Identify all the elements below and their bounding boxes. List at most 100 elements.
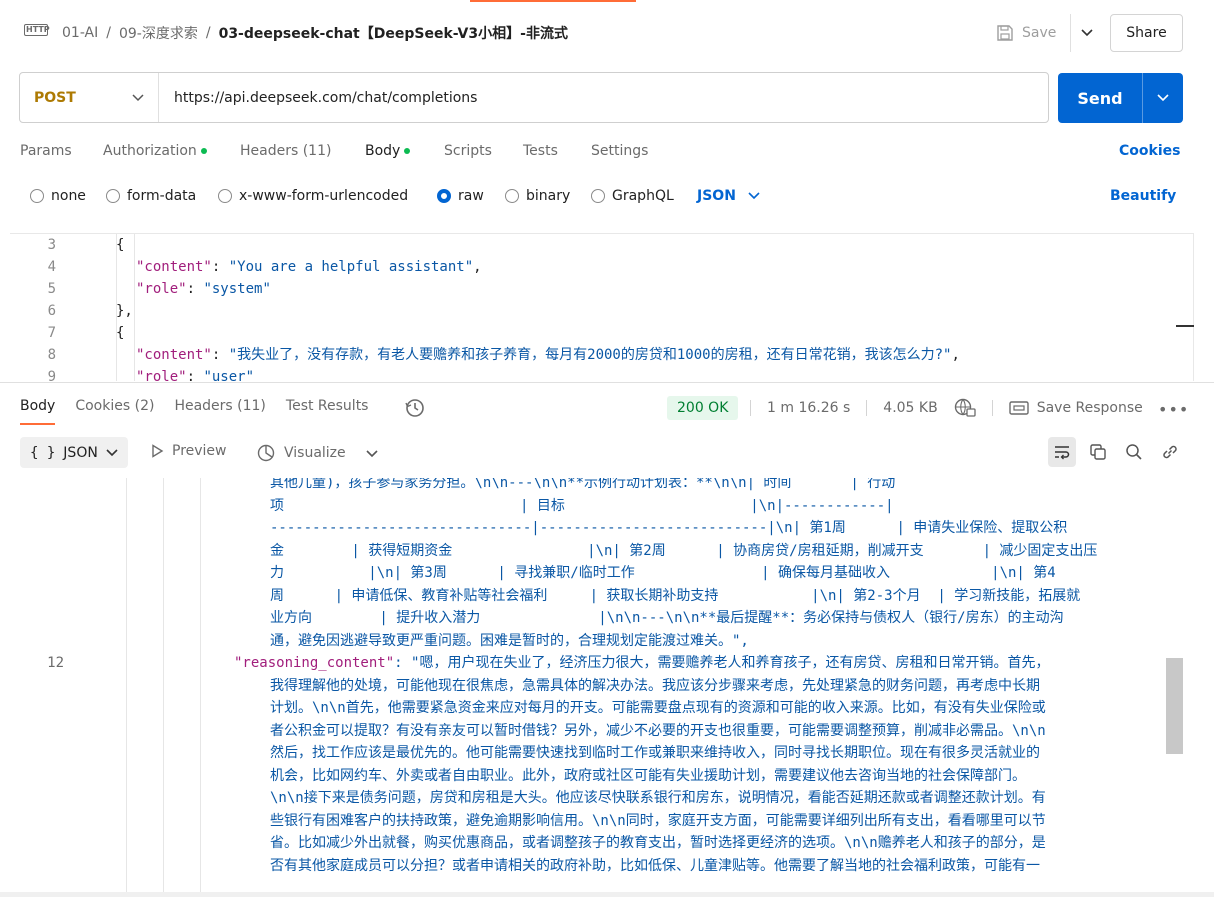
share-button[interactable]: Share: [1110, 14, 1183, 52]
line-number: 8: [47, 347, 56, 363]
response-format-dropdown[interactable]: { } JSON: [20, 437, 128, 468]
tab-scripts[interactable]: Scripts: [444, 143, 523, 159]
chevron-down-icon: [132, 93, 144, 101]
radio-graphql[interactable]: GraphQL: [591, 188, 697, 204]
save-response-button[interactable]: Save Response: [1009, 400, 1143, 416]
line-number: 6: [47, 303, 56, 319]
url-bar: POST: [19, 72, 1049, 123]
pane-divider[interactable]: [0, 382, 1214, 383]
indent-guide: [134, 234, 135, 381]
response-size[interactable]: 4.05 KB: [883, 400, 937, 416]
response-line: 省。比如减少外出就餐，购买优惠商品，或者调整孩子的教育支出，暂时选择更经济的选项…: [270, 835, 1046, 851]
history-icon[interactable]: [404, 397, 426, 419]
response-line: 者公积金可以提取？有没有亲友可以暂时借钱？另外，减少不必要的开支也很重要，可能需…: [270, 722, 1046, 739]
visualize-dropdown[interactable]: [366, 446, 378, 462]
response-line: \n\n接下来是债务问题，房贷和房租是大头。他应该尽快联系银行和房东，说明情况，…: [270, 790, 1046, 806]
http-icon: HTTP: [24, 24, 50, 36]
cookies-link[interactable]: Cookies: [1119, 143, 1180, 159]
response-line: -------------------------------|--------…: [270, 520, 1068, 536]
tab-response-cookies[interactable]: Cookies (2): [75, 398, 154, 414]
json-string: "我失业了，没有存款，有老人要赡养和孩子养育，每月有2000的房贷和1000的房…: [228, 347, 952, 363]
braces-icon: { }: [30, 444, 56, 461]
radio-binary[interactable]: binary: [505, 188, 591, 204]
copy-button[interactable]: [1084, 437, 1112, 467]
request-body-editor[interactable]: 3{ 4 "content": "You are a helpful assist…: [10, 233, 1194, 381]
chevron-down-icon: [748, 192, 760, 200]
breadcrumb-separator: /: [205, 25, 211, 41]
method-select[interactable]: POST: [20, 73, 159, 122]
line-number: 3: [47, 237, 56, 253]
radio-x-www-form-urlencoded[interactable]: x-www-form-urlencoded: [218, 188, 437, 204]
breadcrumb-collection[interactable]: 01-AI: [62, 25, 98, 41]
request-header: HTTP 01-AI / 09-深度求索 / 03-deepseek-chat【…: [0, 0, 1214, 66]
response-line: 机会，比如网约车、外卖或者自由职业。此外，政府或社区可能有失业援助计划，需要建议…: [270, 767, 1026, 784]
send-label: Send: [1077, 88, 1123, 108]
globe-lock-icon[interactable]: [954, 398, 976, 418]
divider: [750, 400, 751, 416]
tab-response-body[interactable]: Body: [20, 398, 56, 425]
preview-button[interactable]: Preview: [150, 443, 227, 459]
search-button[interactable]: [1120, 437, 1148, 467]
save-icon: [997, 25, 1013, 41]
radio-label: raw: [458, 188, 484, 204]
json-string: : "嗯，用户现在失业了，经济压力很大，需要赡养老人和养育孩子，还有房贷、房租和…: [394, 655, 1050, 671]
radio-form-data[interactable]: form-data: [106, 188, 218, 204]
status-badge[interactable]: 200 OK: [667, 396, 739, 420]
status-dot: [404, 148, 411, 154]
response-time[interactable]: 1 m 16.26 s: [767, 400, 850, 416]
link-button[interactable]: [1156, 437, 1184, 467]
radio-label: GraphQL: [612, 188, 674, 204]
radio-circle: [218, 189, 232, 203]
response-line: 通，避免因逃避导致更严重问题。困难是暂时的，合理规划定能渡过难关。",: [270, 632, 749, 649]
more-options-icon[interactable]: •••: [1158, 400, 1189, 419]
response-line: 计划。\n\n首先，他需要紧急资金来应对每月的开支。可能需要盘点现有的资源和可能…: [270, 700, 1046, 716]
scrollbar-thumb[interactable]: [1166, 658, 1183, 754]
send-options-dropdown[interactable]: [1142, 73, 1183, 123]
wrap-lines-button[interactable]: [1048, 437, 1076, 467]
breadcrumb-separator: /: [106, 25, 111, 41]
request-name[interactable]: 03-deepseek-chat【DeepSeek-V3小相】-非流式: [219, 23, 568, 43]
tab-label: Headers (11): [240, 143, 332, 159]
tab-authorization[interactable]: Authorization: [103, 143, 240, 159]
copy-icon: [1090, 444, 1106, 460]
radio-label: binary: [526, 188, 571, 204]
json-key: "content": [136, 347, 212, 363]
save-button[interactable]: Save: [996, 18, 1056, 48]
response-line: 其他儿童)，孩子参与家务分担。\n\n---\n\n**示例行动计划表：**\n…: [270, 478, 896, 491]
chevron-down-icon: [1157, 94, 1169, 102]
tab-label: Body: [365, 143, 401, 159]
tab-label: Params: [20, 143, 72, 159]
response-line: 力 |\n| 第3周 | 寻找兼职/临时工作 | 确保每月基础收入 |\n| 第…: [270, 565, 1056, 581]
tab-body[interactable]: Body: [365, 143, 444, 159]
radio-circle: [30, 189, 44, 203]
tab-response-headers[interactable]: Headers (11): [174, 398, 265, 414]
radio-circle: [591, 189, 605, 203]
tab-params[interactable]: Params: [20, 143, 103, 159]
editor-collapse-handle[interactable]: [1176, 325, 1194, 327]
tab-headers[interactable]: Headers (11): [240, 143, 365, 159]
save-options-dropdown[interactable]: [1070, 14, 1102, 52]
radio-circle: [437, 189, 451, 203]
response-body-viewer[interactable]: 其他儿童)，孩子参与家务分担。\n\n---\n\n**示例行动计划表：**\n…: [0, 478, 1183, 892]
send-button[interactable]: Send: [1058, 73, 1183, 123]
tab-label: Scripts: [444, 143, 492, 159]
radio-raw[interactable]: raw: [437, 188, 505, 204]
line-number: 4: [47, 259, 56, 275]
url-input[interactable]: [159, 89, 1048, 106]
radio-none[interactable]: none: [30, 188, 106, 204]
body-type-selector: none form-data x-www-form-urlencoded raw…: [30, 188, 760, 204]
line-number: 7: [47, 325, 56, 341]
tab-tests[interactable]: Tests: [523, 143, 591, 159]
tab-settings[interactable]: Settings: [591, 143, 648, 159]
visualize-button[interactable]: Visualize: [256, 443, 346, 463]
json-string: "user": [203, 369, 255, 381]
beautify-button[interactable]: Beautify: [1110, 188, 1176, 204]
radio-circle: [505, 189, 519, 203]
breadcrumb-folder[interactable]: 09-深度求索: [119, 23, 198, 43]
body-format-label: JSON: [697, 188, 736, 204]
method-label: POST: [34, 89, 76, 106]
response-line: 项 | 目标 |\n|------------|: [270, 497, 894, 514]
format-label: JSON: [63, 444, 98, 461]
body-format-dropdown[interactable]: JSON: [697, 188, 760, 204]
tab-test-results[interactable]: Test Results: [286, 398, 369, 414]
